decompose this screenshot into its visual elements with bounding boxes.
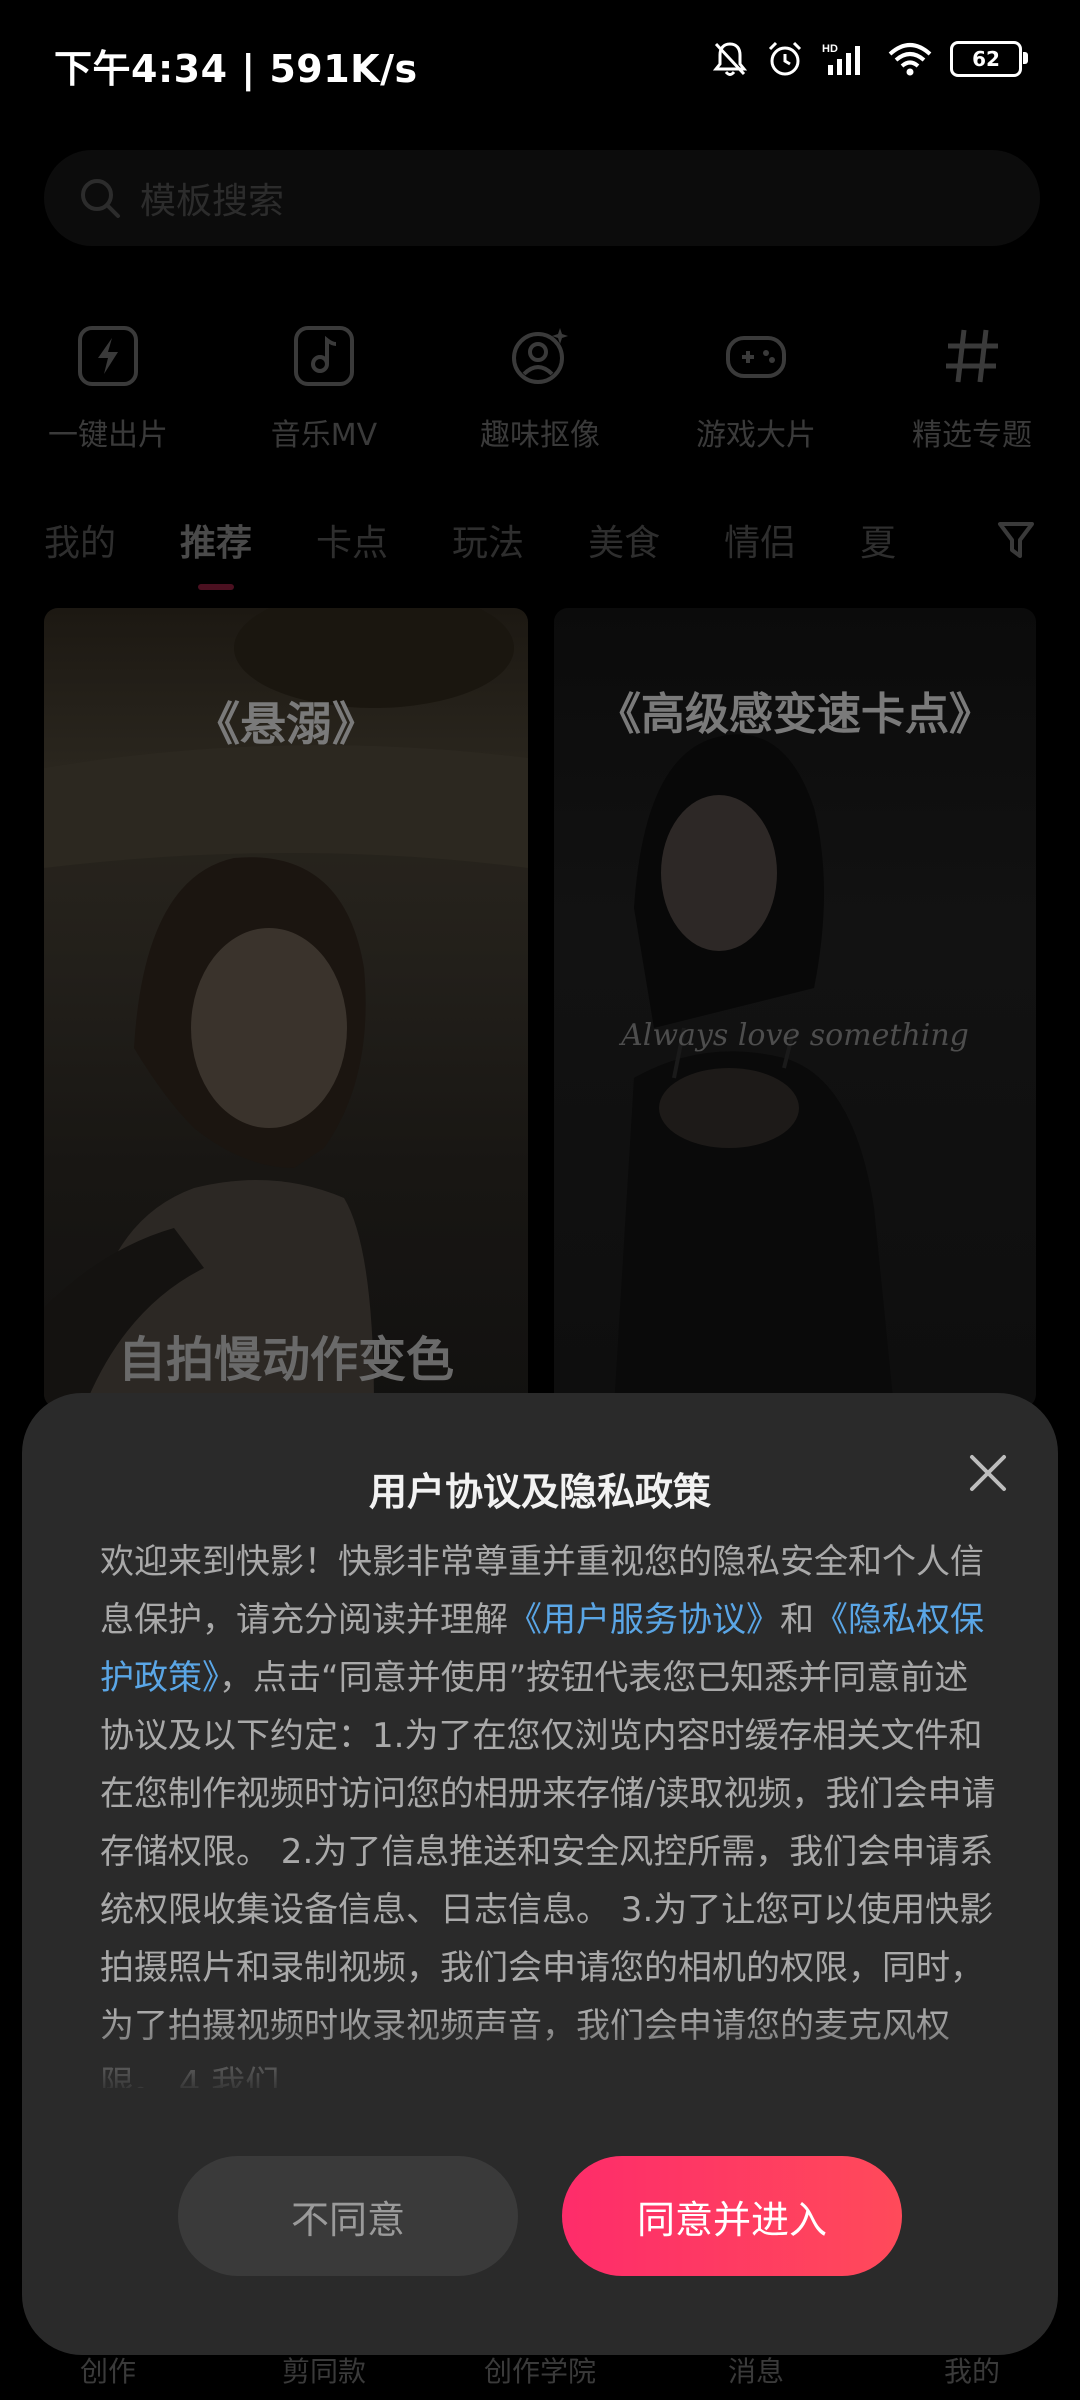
tab-gameplay[interactable]: 玩法 [452,514,524,566]
shortcut-label: 精选专题 [912,418,1032,453]
tab-mine[interactable]: 我的 [44,514,116,566]
text-fade [22,2013,1058,2093]
nav-academy[interactable]: 创作学院 [440,2350,640,2400]
close-icon [970,1455,1006,1491]
signal-hd-icon: HD [822,43,860,75]
gamepad-icon [726,336,786,378]
agree-button[interactable]: 同意并进入 [562,2156,902,2276]
hashtag-icon [946,329,998,383]
close-button[interactable] [958,1443,1018,1503]
shortcut-topics[interactable]: 精选专题 [872,320,1072,454]
shortcut-label: 游戏大片 [696,418,816,453]
wifi-icon [888,43,932,76]
nav-messages[interactable]: 消息 [656,2350,856,2400]
battery-level: 62 [972,47,1000,71]
shortcut-game[interactable]: 游戏大片 [656,320,856,454]
shortcut-label: 一键出片 [48,418,168,453]
card-title: 《悬溺》 [194,697,378,751]
body-text: 和 [780,1600,814,1640]
nav-me[interactable]: 我的 [872,2350,1072,2400]
disagree-button[interactable]: 不同意 [178,2156,518,2276]
card-caption: Always love something [621,1018,969,1053]
dialog-title: 用户协议及隐私政策 [368,1470,711,1514]
privacy-dialog: 用户协议及隐私政策 欢迎来到快影！快影非常尊重并重视您的隐私安全和个人信息保护，… [22,1393,1058,2355]
filter-icon[interactable] [996,518,1036,562]
dialog-body: 欢迎来到快影！快影非常尊重并重视您的隐私安全和个人信息保护，请充分阅读并理解《用… [100,1533,1000,2088]
template-card[interactable]: 《高级感变速卡点》 Always love something [554,608,1036,1408]
template-card[interactable]: 《悬溺》 自拍慢动作变色 [44,608,528,1408]
nav-create[interactable]: 创作 [8,2350,208,2400]
portrait-sparkle-icon [512,328,568,384]
lightning-icon [78,326,138,386]
tab-couple[interactable]: 情侣 [724,514,796,566]
nav-templates[interactable]: 剪同款 [224,2350,424,2400]
battery-icon: 62 [950,41,1028,77]
alarm-icon [768,41,802,76]
tab-recommended[interactable]: 推荐 [180,514,252,590]
tab-summer[interactable]: 夏 [860,514,896,566]
status-bar: 下午4:34 | 591K/s HD 62 [0,0,1080,130]
card-bottom-text: 自拍慢动作变色 [117,1332,454,1388]
status-icons: HD 62 [712,40,1028,78]
music-note-icon [294,326,354,386]
category-tabs: 我的 推荐 卡点 玩法 美食 情侣 夏 [44,510,1034,590]
status-time: 下午4:34 | 591K/s [54,47,418,91]
svg-text:HD: HD [822,43,838,55]
tab-food[interactable]: 美食 [588,514,660,566]
search-icon [81,179,120,218]
shortcut-label: 音乐MV [270,418,378,453]
tab-beat[interactable]: 卡点 [316,514,388,566]
bell-muted-icon [712,42,748,76]
shortcut-cutout[interactable]: 趣味抠像 [440,320,640,454]
shortcut-row: 一键出片 音乐MV 趣味抠像 游戏大片 精选专题 [0,320,1080,454]
search-input[interactable]: 模板搜索 [44,150,1040,246]
shortcut-one-click[interactable]: 一键出片 [8,320,208,454]
search-placeholder: 模板搜索 [140,181,285,222]
shortcut-label: 趣味抠像 [480,418,600,453]
user-agreement-link[interactable]: 《用户服务协议》 [508,1600,780,1640]
card-title: 《高级感变速卡点》 [597,689,993,740]
shortcut-music-mv[interactable]: 音乐MV [224,320,424,454]
